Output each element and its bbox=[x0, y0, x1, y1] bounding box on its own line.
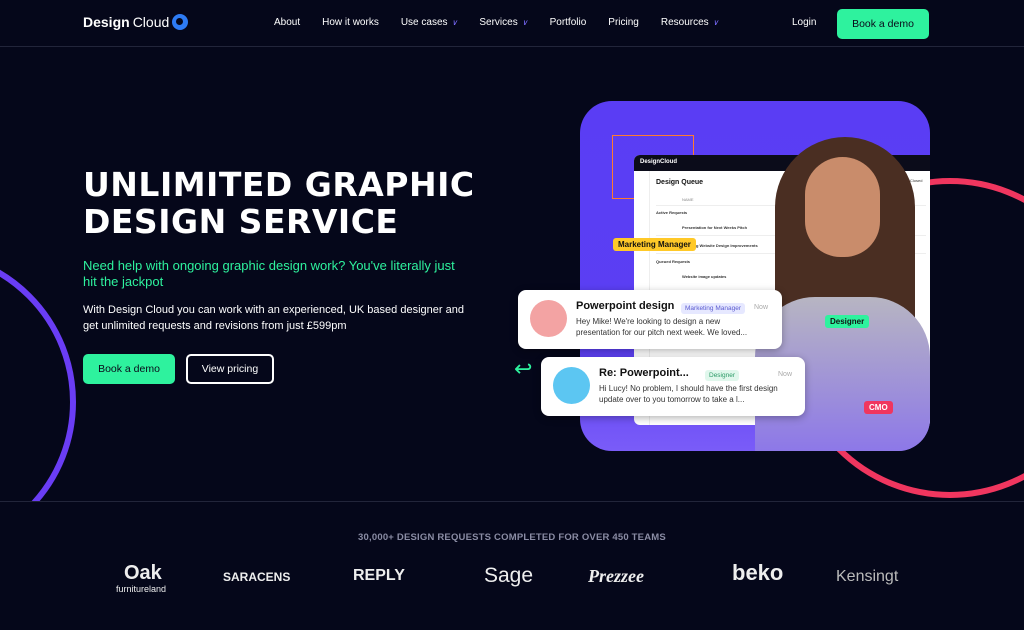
avatar bbox=[553, 367, 590, 404]
logo-beko: beko bbox=[732, 560, 784, 585]
queue-row: Presentation for Next Weeks Pitch bbox=[682, 225, 748, 230]
logo-kensington: Kensingt bbox=[836, 568, 899, 585]
brand-rest: Cloud bbox=[132, 14, 170, 30]
logo-reply: REPLY bbox=[353, 567, 405, 584]
nav-about[interactable]: About bbox=[274, 17, 300, 28]
nav-how-it-works[interactable]: How it works bbox=[322, 17, 379, 28]
tag-designer: Designer bbox=[825, 315, 870, 328]
message-time: Now bbox=[778, 371, 793, 378]
message-card: Re: Powerpoint... Designer Now Hi Lucy! … bbox=[541, 357, 805, 416]
nav-use-cases[interactable]: Use cases ∨ bbox=[401, 17, 458, 28]
chevron-down-icon: ∨ bbox=[521, 18, 528, 27]
logo-oak: Oak bbox=[124, 562, 162, 584]
cloud-logo-icon bbox=[172, 14, 189, 30]
title-line-1: UNLIMITED GRAPHIC bbox=[83, 165, 475, 204]
view-pricing-button[interactable]: View pricing bbox=[186, 354, 274, 384]
main-menu: About How it works Use cases ∨ Services ∨ … bbox=[274, 17, 719, 28]
curved-arrow-icon: ↩ bbox=[514, 356, 533, 381]
nav-label: Pricing bbox=[608, 17, 639, 28]
chevron-down-icon: ∨ bbox=[712, 18, 719, 27]
title-line-2: DESIGN SERVICE bbox=[83, 202, 399, 241]
role-badge: Designer bbox=[705, 370, 740, 381]
message-text: Hey Mike! We're looking to design a new … bbox=[576, 317, 748, 337]
nav-portfolio[interactable]: Portfolio bbox=[550, 17, 587, 28]
book-demo-button[interactable]: Book a demo bbox=[83, 354, 175, 384]
queue-row: Website image updates bbox=[682, 274, 727, 279]
brand-bold: Design bbox=[83, 14, 130, 30]
top-nav: Design Cloud About How it works Use cases… bbox=[0, 0, 1024, 47]
message-title: Powerpoint design bbox=[576, 300, 675, 312]
tag-cmo: CMO bbox=[864, 401, 893, 414]
nav-label: Use cases bbox=[400, 17, 448, 28]
section-queued: Queued Requests bbox=[656, 259, 691, 264]
hero-subtitle: Need help with ongoing graphic design wo… bbox=[83, 258, 455, 289]
nav-resources[interactable]: Resources ∨ bbox=[661, 17, 719, 28]
clients-strap: 30,000+ DESIGN REQUESTS COMPLETED FOR OV… bbox=[358, 532, 666, 543]
message-time: Now bbox=[754, 304, 769, 311]
nav-services[interactable]: Services ∨ bbox=[479, 17, 527, 28]
section-active: Active Requests bbox=[656, 210, 688, 215]
logo-saracens: SARACENS bbox=[223, 570, 291, 584]
message-card: Powerpoint design Marketing Manager Now … bbox=[518, 290, 782, 349]
nav-label: Resources bbox=[660, 17, 709, 28]
message-text: Hi Lucy! No problem, I should have the f… bbox=[599, 384, 778, 404]
nav-label: Portfolio bbox=[549, 17, 587, 28]
nav-pricing[interactable]: Pricing bbox=[608, 17, 639, 28]
logo-furnitureland: furnitureland bbox=[116, 584, 167, 594]
tag-marketing-manager: Marketing Manager bbox=[613, 238, 696, 251]
photo-face bbox=[805, 157, 880, 257]
chevron-down-icon: ∨ bbox=[451, 18, 458, 27]
dashboard-title: Design Queue bbox=[656, 179, 704, 186]
nav-label: Services bbox=[479, 17, 518, 28]
nav-book-demo-button[interactable]: Book a demo bbox=[837, 9, 929, 39]
login-link[interactable]: Login bbox=[792, 17, 816, 28]
role-badge: Marketing Manager bbox=[681, 303, 745, 314]
logo-sage: Sage bbox=[484, 564, 534, 587]
logo-prezzee: Prezzee bbox=[588, 566, 644, 586]
col-name: NAME bbox=[682, 197, 694, 202]
nav-label: About bbox=[274, 17, 301, 28]
brand-logo[interactable]: Design Cloud bbox=[83, 14, 189, 30]
nav-label: How it works bbox=[322, 17, 379, 28]
message-title: Re: Powerpoint... bbox=[599, 367, 689, 379]
hero-body: With Design Cloud you can work with an e… bbox=[83, 304, 464, 332]
avatar bbox=[530, 300, 567, 337]
hero-title: UNLIMITED GRAPHIC DESIGN SERVICE bbox=[83, 166, 503, 240]
client-logos: Oak furnitureland SARACENS REPLY Sage Pr… bbox=[110, 560, 910, 600]
